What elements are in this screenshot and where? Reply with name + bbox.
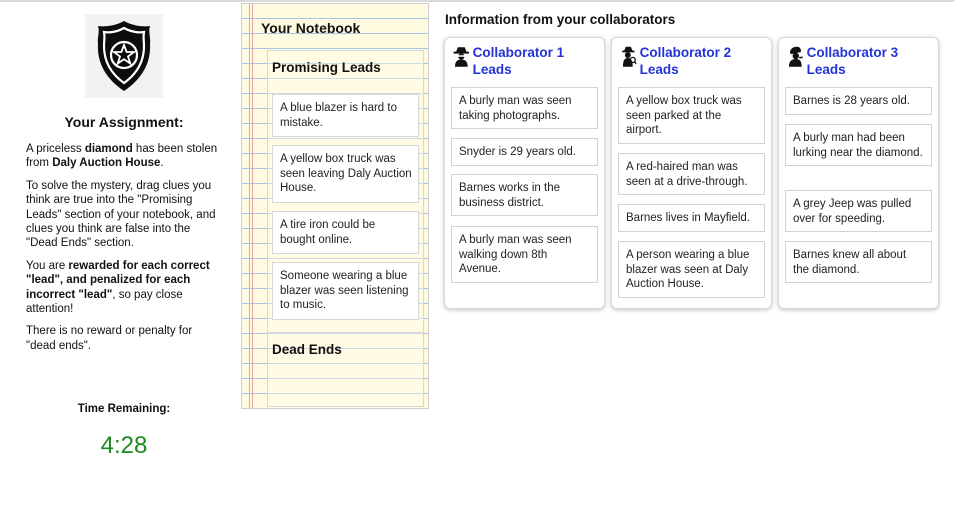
assignment-paragraph-1: A priceless diamond has been stolen from… xyxy=(26,143,218,170)
sherlock-icon xyxy=(788,46,803,67)
timer-value: 4:28 xyxy=(100,432,148,459)
detective-icon xyxy=(621,46,637,67)
collaborator-3-card: Collaborator 3 Leads Barnes is 28 years … xyxy=(778,37,939,309)
collaborator-lead-card[interactable]: Barnes works in the business district. xyxy=(451,174,598,216)
notebook-clue-card[interactable]: Someone wearing a blue blazer was seen l… xyxy=(272,262,419,320)
assignment-paragraph-4: There is no reward or penalty for "dead … xyxy=(26,325,193,352)
notebook-title: Your Notebook xyxy=(261,20,361,36)
collaborators-heading: Information from your collaborators xyxy=(445,12,676,27)
collaborator-lead-card[interactable]: A red-haired man was seen at a drive-thr… xyxy=(618,153,765,195)
notebook-clue-card[interactable]: A tire iron could be bought online. xyxy=(272,211,419,254)
dead-ends-dropzone[interactable]: Dead Ends xyxy=(267,332,424,407)
collaborator-lead-card[interactable]: Barnes knew all about the diamond. xyxy=(785,241,932,283)
collaborator-3-title: Collaborator 3 Leads xyxy=(806,45,899,77)
assignment-panel: Your Assignment: A priceless diamond has… xyxy=(26,14,222,459)
collaborator-1-title: Collaborator 1 Leads xyxy=(472,45,565,77)
assignment-paragraph-2: To solve the mystery, drag clues you thi… xyxy=(26,179,216,250)
collaborator-2-title: Collaborator 2 Leads xyxy=(639,45,732,77)
collaborator-lead-card[interactable]: A grey Jeep was pulled over for speeding… xyxy=(785,190,932,232)
collaborator-3-header: Collaborator 3 Leads xyxy=(787,45,938,78)
collaborator-lead-card[interactable]: A burly man was seen taking photographs. xyxy=(451,87,598,129)
collaborator-2-header: Collaborator 2 Leads xyxy=(620,45,771,78)
notebook-clue-card[interactable]: A blue blazer is hard to mistake. xyxy=(272,94,419,137)
notebook-clue-card[interactable]: A yellow box truck was seen leaving Daly… xyxy=(272,145,419,203)
assignment-instructions: A priceless diamond has been stolen from… xyxy=(26,142,222,353)
top-divider xyxy=(0,0,954,2)
assignment-title: Your Assignment: xyxy=(64,114,184,130)
spy-icon xyxy=(453,47,470,67)
collaborator-1-header: Collaborator 1 Leads xyxy=(453,45,604,78)
assignment-paragraph-3: You are rewarded for each correct "lead"… xyxy=(26,259,210,316)
promising-leads-title: Promising Leads xyxy=(272,60,381,75)
police-badge-icon xyxy=(85,14,163,98)
collaborator-lead-card[interactable]: A person wearing a blue blazer was seen … xyxy=(618,241,765,298)
collaborator-lead-card[interactable]: A yellow box truck was seen parked at th… xyxy=(618,87,765,144)
promising-leads-dropzone[interactable]: Promising Leads A blue blazer is hard to… xyxy=(267,50,424,333)
collaborator-lead-card[interactable]: Barnes lives in Mayfield. xyxy=(618,204,765,232)
collaborator-lead-card[interactable]: A burly man had been lurking near the di… xyxy=(785,124,932,166)
collaborator-lead-card[interactable]: A burly man was seen walking down 8th Av… xyxy=(451,226,598,283)
collaborator-2-card: Collaborator 2 Leads A yellow box truck … xyxy=(611,37,772,309)
collaborator-lead-card[interactable]: Barnes is 28 years old. xyxy=(785,87,932,115)
timer-label: Time Remaining: xyxy=(77,403,171,415)
collaborator-lead-card[interactable]: Snyder is 29 years old. xyxy=(451,138,598,166)
collaborator-1-card: Collaborator 1 Leads A burly man was see… xyxy=(444,37,605,309)
notebook: Your Notebook Promising Leads A blue bla… xyxy=(241,3,429,409)
dead-ends-title: Dead Ends xyxy=(272,342,342,357)
